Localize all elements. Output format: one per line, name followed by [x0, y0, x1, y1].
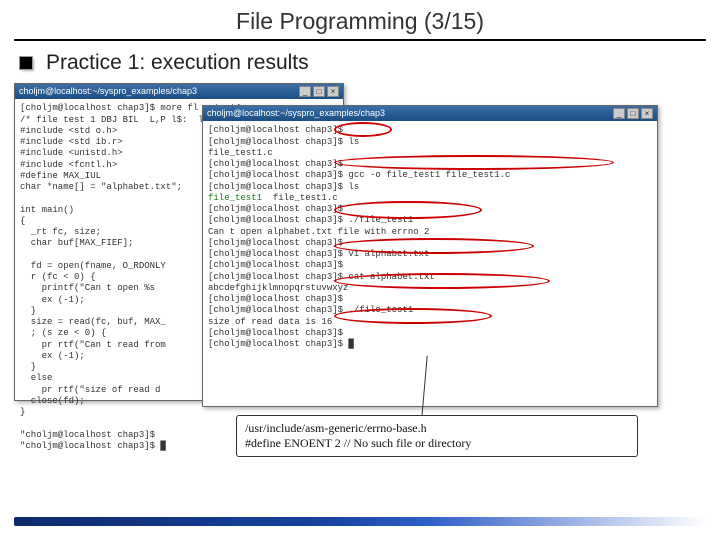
- window-buttons: _ □ ×: [613, 108, 653, 119]
- callout-define: #define ENOENT 2 // No such file or dire…: [245, 436, 629, 451]
- close-button[interactable]: ×: [641, 108, 653, 119]
- terminal-window-execution: choljm@localhost:~/syspro_examples/chap3…: [202, 105, 658, 407]
- title-underline: [14, 39, 706, 41]
- terminal-title: choljm@localhost:~/syspro_examples/chap3: [19, 86, 197, 97]
- terminal-area: choljm@localhost:~/syspro_examples/chap3…: [14, 83, 706, 453]
- footer-bar: [14, 517, 706, 526]
- maximize-button[interactable]: □: [627, 108, 639, 119]
- terminal-titlebar: choljm@localhost:~/syspro_examples/chap3…: [203, 106, 657, 121]
- square-bullet-icon: [20, 57, 32, 69]
- minimize-button[interactable]: _: [613, 108, 625, 119]
- maximize-button[interactable]: □: [313, 86, 325, 97]
- slide-title: File Programming (3/15): [0, 0, 720, 39]
- bullet-text: Practice 1: execution results: [46, 51, 309, 75]
- minimize-button[interactable]: _: [299, 86, 311, 97]
- close-button[interactable]: ×: [327, 86, 339, 97]
- callout-path: /usr/include/asm-generic/errno-base.h: [245, 421, 629, 436]
- window-buttons: _ □ ×: [299, 86, 339, 97]
- bullet-row: Practice 1: execution results: [0, 51, 720, 75]
- callout-box: /usr/include/asm-generic/errno-base.h #d…: [236, 415, 638, 457]
- terminal-body: [choljm@localhost chap3]$ [choljm@localh…: [203, 121, 657, 354]
- terminal-titlebar: choljm@localhost:~/syspro_examples/chap3…: [15, 84, 343, 99]
- terminal-title: choljm@localhost:~/syspro_examples/chap3: [207, 108, 385, 119]
